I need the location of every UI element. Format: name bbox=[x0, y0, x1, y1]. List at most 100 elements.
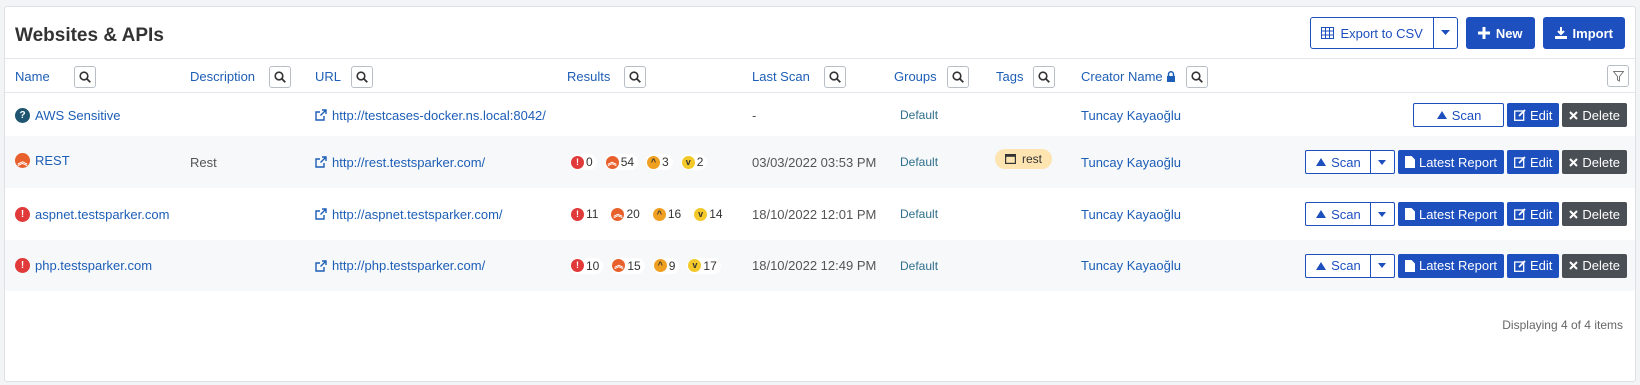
row-name-link[interactable]: php.testsparker.com bbox=[35, 258, 152, 273]
scan-icon bbox=[1316, 261, 1327, 270]
import-button[interactable]: Import bbox=[1542, 17, 1625, 49]
tag-window-icon bbox=[1005, 154, 1016, 164]
row-url-cell: http://rest.testsparker.com/ bbox=[315, 136, 485, 188]
latest-report-button[interactable]: Latest Report bbox=[1397, 202, 1505, 226]
edit-button[interactable]: Edit bbox=[1507, 253, 1560, 278]
row-actions: Scan Latest Report Edit Delete bbox=[1304, 188, 1627, 240]
delete-button[interactable]: Delete bbox=[1562, 253, 1627, 278]
low-icon: v bbox=[681, 155, 695, 169]
tag-badge[interactable]: rest bbox=[995, 149, 1053, 169]
high-value: 54 bbox=[620, 155, 635, 169]
row-group: Default bbox=[900, 155, 939, 169]
scan-label: Scan bbox=[1331, 154, 1361, 170]
export-csv-button[interactable]: Export to CSV bbox=[1310, 17, 1434, 49]
row-group: Default bbox=[900, 207, 939, 221]
column-filter-button[interactable] bbox=[1607, 65, 1629, 87]
row-url-cell: http://php.testsparker.com/ bbox=[315, 240, 485, 291]
column-creator: Creator Name bbox=[1081, 59, 1208, 94]
url-search-button[interactable] bbox=[351, 65, 374, 88]
lock-icon bbox=[1166, 71, 1175, 82]
column-last-scan: Last Scan bbox=[752, 59, 846, 94]
close-icon bbox=[1569, 261, 1579, 270]
row-url-link[interactable]: http://aspnet.testsparker.com/ bbox=[332, 207, 503, 222]
last-scan-search-button[interactable] bbox=[823, 65, 846, 88]
scan-button[interactable]: Scan bbox=[1304, 150, 1371, 174]
critical-icon: ! bbox=[571, 207, 584, 221]
row-actions: Scan Latest Report Edit Delete bbox=[1304, 136, 1627, 188]
medium-count: ^ 3 bbox=[646, 154, 673, 170]
new-button[interactable]: New bbox=[1465, 17, 1535, 49]
new-label: New bbox=[1495, 25, 1523, 41]
scan-options-toggle[interactable] bbox=[1370, 202, 1395, 226]
row-url-cell: http://testcases-docker.ns.local:8042/ bbox=[315, 94, 546, 136]
critical-count: ! 10 bbox=[570, 257, 604, 274]
edit-icon bbox=[1514, 109, 1526, 121]
row-description: Rest bbox=[190, 154, 217, 170]
row-url-link[interactable]: http://rest.testsparker.com/ bbox=[332, 155, 485, 170]
header-actions: Export to CSV New Import bbox=[1310, 17, 1625, 49]
high-value: 20 bbox=[626, 207, 640, 221]
column-name: Name bbox=[15, 59, 96, 94]
scan-button[interactable]: Scan bbox=[1413, 103, 1505, 127]
import-icon bbox=[1554, 27, 1567, 39]
close-icon bbox=[1569, 209, 1579, 219]
high-count: ︽ 54 bbox=[604, 154, 639, 170]
row-name-link[interactable]: REST bbox=[35, 153, 70, 168]
row-url-link[interactable]: http://testcases-docker.ns.local:8042/ bbox=[332, 108, 546, 123]
low-value: 2 bbox=[696, 155, 704, 169]
scan-options-toggle[interactable] bbox=[1370, 150, 1395, 174]
export-options-toggle[interactable] bbox=[1433, 17, 1458, 49]
medium-value: 9 bbox=[668, 258, 676, 273]
scan-button[interactable]: Scan bbox=[1304, 253, 1371, 278]
scan-split-button: Scan bbox=[1304, 253, 1395, 278]
edit-label: Edit bbox=[1530, 206, 1553, 222]
column-tags-label: Tags bbox=[996, 69, 1024, 84]
results-search-button[interactable] bbox=[624, 65, 647, 88]
name-search-button[interactable] bbox=[73, 65, 96, 88]
critical-severity-icon: ! bbox=[15, 258, 30, 273]
edit-button[interactable]: Edit bbox=[1507, 202, 1560, 226]
low-count: v 14 bbox=[693, 206, 727, 222]
row-last-scan: 03/03/2022 03:53 PM bbox=[752, 154, 877, 170]
row-name-link[interactable]: aspnet.testsparker.com bbox=[35, 207, 169, 222]
search-icon bbox=[79, 70, 91, 83]
caret-down-icon bbox=[1378, 263, 1387, 268]
scan-options-toggle[interactable] bbox=[1370, 253, 1395, 278]
low-icon: v bbox=[694, 207, 708, 221]
scan-button[interactable]: Scan bbox=[1304, 202, 1371, 226]
row-url-link[interactable]: http://php.testsparker.com/ bbox=[332, 258, 485, 273]
external-link-icon bbox=[315, 156, 327, 168]
table-row: ︽ REST Rest http://rest.testsparker.com/… bbox=[5, 136, 1635, 188]
latest-report-button[interactable]: Latest Report bbox=[1397, 253, 1505, 278]
row-name-link[interactable]: AWS Sensitive bbox=[35, 108, 121, 123]
column-url-label: URL bbox=[315, 69, 342, 84]
delete-button[interactable]: Delete bbox=[1562, 150, 1627, 174]
critical-icon: ! bbox=[571, 259, 584, 272]
search-icon bbox=[952, 70, 964, 83]
high-count: ︽ 20 bbox=[610, 206, 644, 222]
row-group: Default bbox=[900, 258, 939, 273]
table-header: Name Description URL Results Last Scan G… bbox=[5, 58, 1635, 93]
edit-button[interactable]: Edit bbox=[1507, 103, 1560, 127]
edit-button[interactable]: Edit bbox=[1507, 150, 1560, 174]
column-url: URL bbox=[315, 59, 374, 94]
tags-search-button[interactable] bbox=[1033, 65, 1056, 88]
row-tags: rest bbox=[995, 136, 1053, 188]
search-icon bbox=[629, 70, 642, 83]
latest-report-button[interactable]: Latest Report bbox=[1397, 150, 1505, 174]
external-link-icon bbox=[315, 259, 327, 272]
medium-value: 3 bbox=[662, 155, 669, 169]
low-count: v2 bbox=[680, 154, 708, 170]
delete-button[interactable]: Delete bbox=[1562, 202, 1627, 226]
document-icon bbox=[1404, 259, 1415, 272]
column-results-label: Results bbox=[567, 69, 611, 84]
description-search-button[interactable] bbox=[269, 65, 292, 88]
delete-button[interactable]: Delete bbox=[1562, 103, 1627, 127]
pagination-status: Displaying 4 of 4 items bbox=[1502, 318, 1623, 332]
row-creator: Tuncay Kayaoğlu bbox=[1081, 107, 1181, 123]
groups-search-button[interactable] bbox=[946, 65, 969, 88]
critical-value: 10 bbox=[586, 258, 600, 273]
row-last-scan: 18/10/2022 12:01 PM bbox=[752, 206, 877, 222]
export-csv-label: Export to CSV bbox=[1340, 25, 1423, 41]
creator-search-button[interactable] bbox=[1185, 65, 1208, 88]
